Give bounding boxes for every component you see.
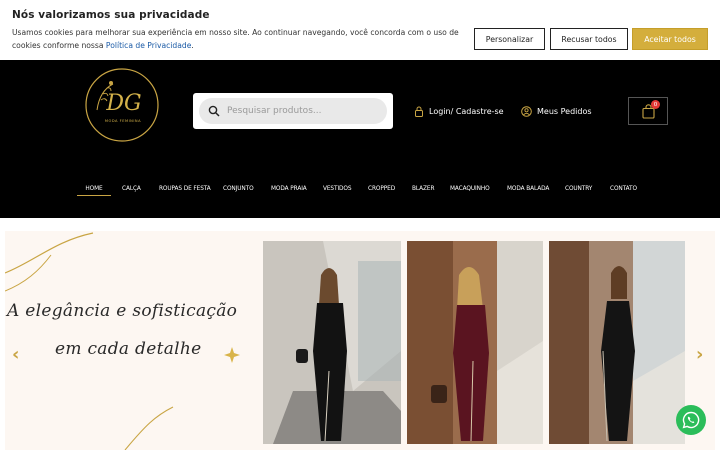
personalize-button[interactable]: Personalizar (474, 28, 545, 50)
cart-button[interactable]: 0 (628, 97, 668, 125)
cookie-text-end: . (191, 40, 194, 50)
nav-item-calca[interactable]: CALÇA (122, 186, 141, 192)
logo[interactable]: DG MODA FEMININA (83, 66, 161, 144)
cookie-text: Usamos cookies para melhorar sua experiê… (12, 27, 462, 52)
hero-line-2: em cada detalhe (55, 339, 202, 359)
reject-all-button[interactable]: Recusar todos (550, 28, 628, 50)
product-photo-black-dress-side[interactable] (549, 241, 685, 444)
orders-link[interactable]: Meus Pedidos (521, 104, 592, 118)
cart-count-badge: 0 (651, 100, 660, 109)
hero-line-1: A elegância e sofisticação (7, 301, 238, 321)
whatsapp-icon (682, 411, 700, 429)
nav-item-moda-praia[interactable]: MODA PRAIA (271, 186, 307, 192)
lock-icon (415, 106, 423, 117)
search-input[interactable] (227, 103, 377, 119)
logo-initials: DG (105, 91, 141, 116)
carousel-prev-button[interactable]: ‹ (12, 344, 19, 365)
login-label: Login/ Cadastre-se (429, 106, 504, 116)
search-icon[interactable] (208, 105, 220, 117)
nav-item-cropped[interactable]: CROPPED (368, 186, 395, 192)
accept-all-button[interactable]: Aceitar todos (632, 28, 708, 50)
cookie-banner: Nós valorizamos sua privacidade Usamos c… (0, 0, 720, 60)
hero-banner: A elegância e sofisticação em cada detal… (5, 231, 715, 450)
nav-item-blazer[interactable]: BLAZER (412, 186, 434, 192)
search-pill (199, 98, 387, 124)
whatsapp-button[interactable] (676, 405, 706, 435)
nav-item-vestidos[interactable]: VESTIDOS (323, 186, 352, 192)
product-photo-burgundy-dress[interactable] (407, 241, 543, 444)
login-link[interactable]: Login/ Cadastre-se (414, 104, 504, 118)
logo-subtitle: MODA FEMININA (105, 119, 141, 123)
nav-item-country[interactable]: COUNTRY (565, 186, 592, 192)
product-photo-black-dress[interactable] (263, 241, 401, 444)
nav-item-home[interactable]: HOME (77, 186, 111, 196)
nav-item-contato[interactable]: CONTATO (610, 186, 637, 192)
cookie-body: Usamos cookies para melhorar sua experiê… (12, 28, 459, 50)
nav-item-conjunto[interactable]: CONJUNTO (223, 186, 254, 192)
carousel-next-button[interactable]: › (696, 344, 703, 365)
cookie-title: Nós valorizamos sua privacidade (12, 9, 210, 21)
nav-item-macaquinho[interactable]: MACAQUINHO (450, 186, 490, 192)
nav-item-roupas-de-festa[interactable]: ROUPAS DE FESTA (159, 186, 211, 192)
privacy-policy-link[interactable]: Política de Privacidade (106, 41, 192, 50)
user-icon (521, 105, 532, 117)
orders-label: Meus Pedidos (537, 106, 592, 116)
search-box (193, 93, 393, 129)
nav-item-moda-balada[interactable]: MODA BALADA (507, 186, 549, 192)
main-nav: HOME CALÇA ROUPAS DE FESTA CONJUNTO MODA… (0, 186, 720, 198)
